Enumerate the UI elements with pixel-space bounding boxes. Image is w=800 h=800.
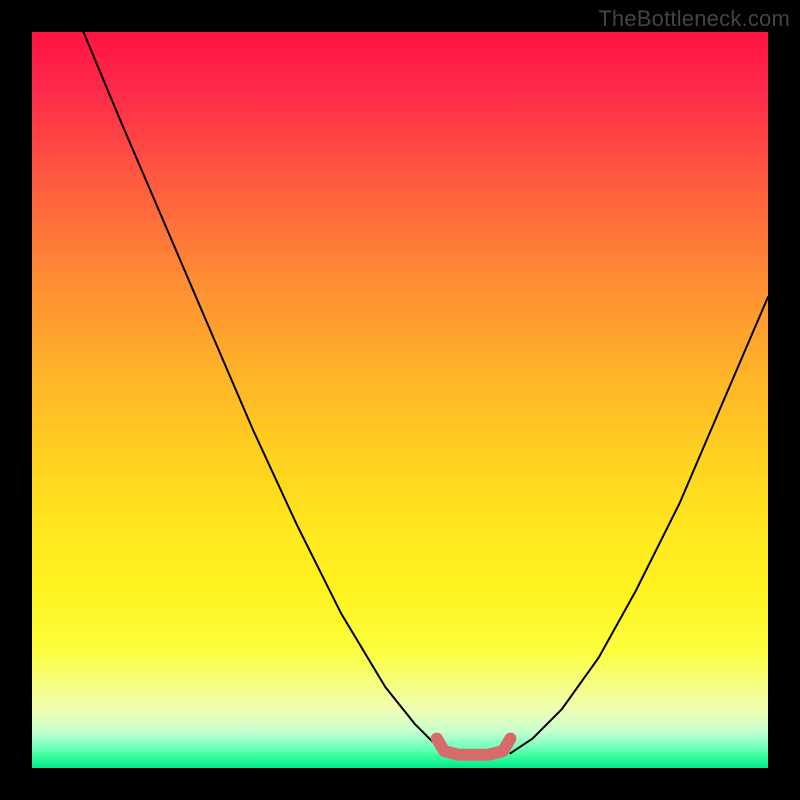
plot-area <box>32 32 768 768</box>
watermark-text: TheBottleneck.com <box>598 6 790 32</box>
trough-highlight-line <box>437 739 511 755</box>
right-curve-line <box>510 297 768 753</box>
chart-frame: TheBottleneck.com <box>0 0 800 800</box>
curve-layer <box>32 32 768 768</box>
left-curve-line <box>84 32 452 753</box>
